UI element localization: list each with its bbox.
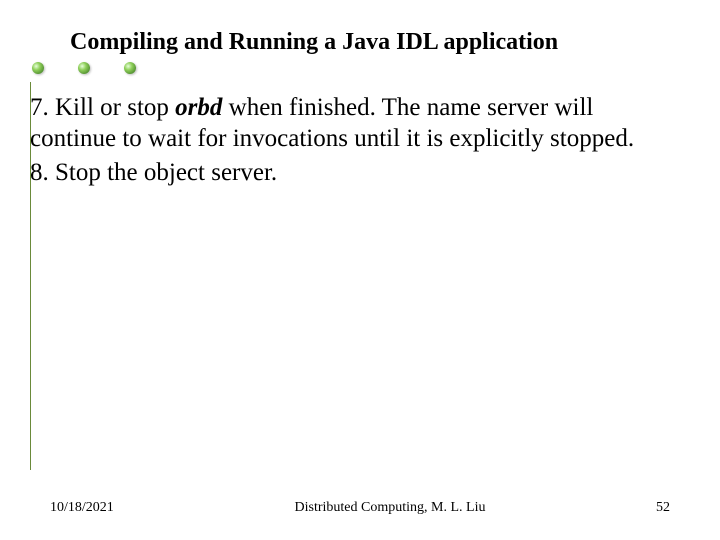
bullet-icon <box>78 62 90 74</box>
decorative-bullets <box>32 62 136 74</box>
slide: Compiling and Running a Java IDL applica… <box>0 0 720 540</box>
footer-center-wrap: Distributed Computing, M. L. Liu <box>0 500 720 516</box>
list-item: 7. Kill or stop orbd when finished. The … <box>30 92 660 155</box>
footer-page-number: 52 <box>656 500 670 516</box>
body-text: 7. Kill or stop orbd when finished. The … <box>30 92 660 190</box>
emphasis: orbd <box>175 94 222 121</box>
text: Kill or stop <box>49 94 175 121</box>
list-number: 7. <box>30 94 49 121</box>
bullet-icon <box>32 62 44 74</box>
slide-title: Compiling and Running a Java IDL applica… <box>70 28 680 57</box>
footer: 10/18/2021 Distributed Computing, M. L. … <box>0 500 720 520</box>
list-item: 8. Stop the object server. <box>30 157 660 188</box>
list-number: 8. <box>30 159 49 186</box>
footer-center: Distributed Computing, M. L. Liu <box>295 500 486 516</box>
bullet-icon <box>124 62 136 74</box>
text: Stop the object server. <box>49 159 277 186</box>
